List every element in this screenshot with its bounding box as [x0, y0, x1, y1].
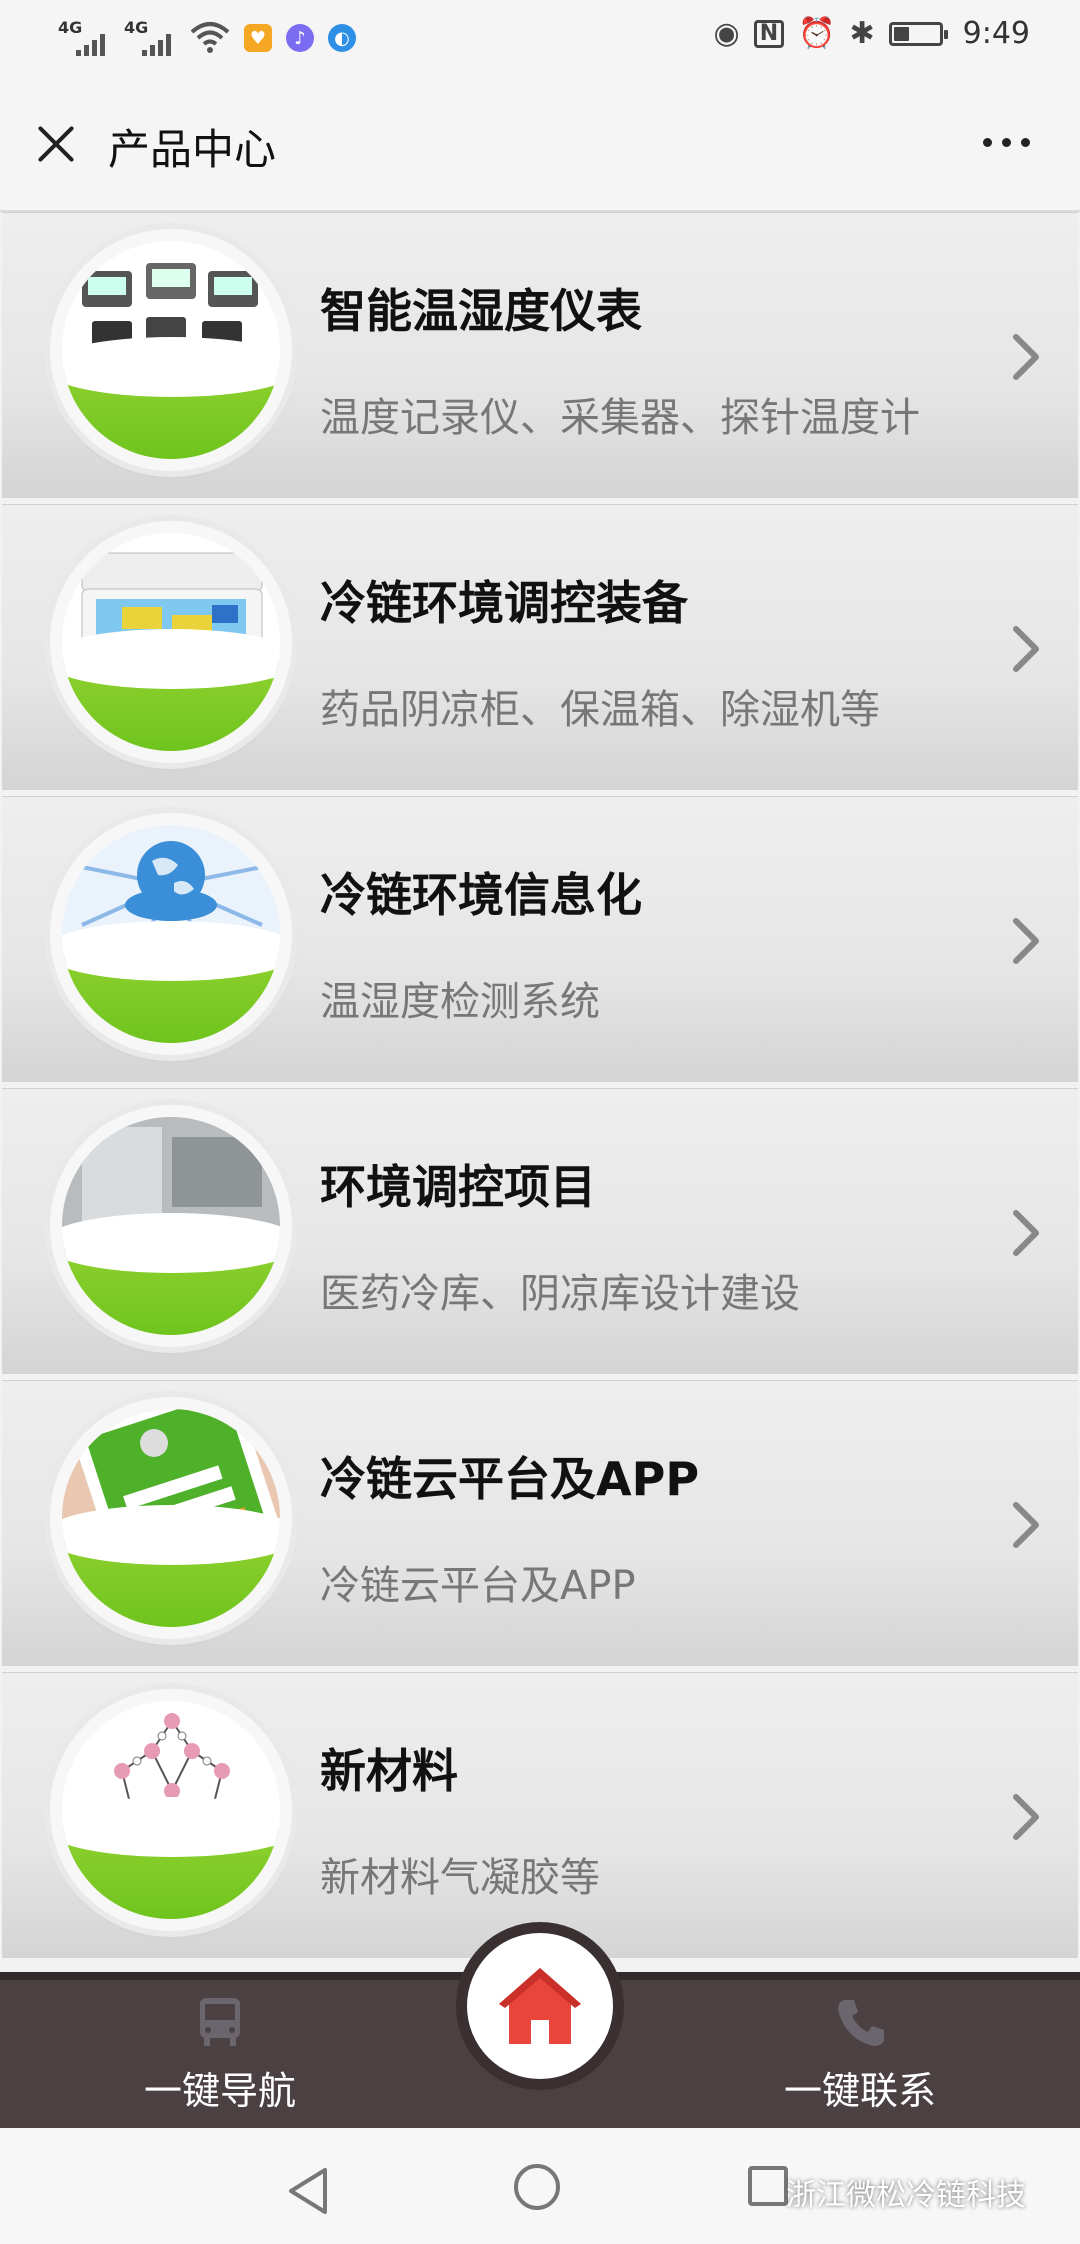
product-subtitle: 药品阴凉柜、保温箱、除湿机等 — [320, 687, 880, 733]
nfc-icon: N — [753, 19, 785, 48]
more-menu-icon[interactable] — [983, 138, 1030, 147]
eye-icon: ◉ — [713, 15, 740, 51]
clock: 9:49 — [962, 16, 1030, 51]
back-icon[interactable] — [285, 2166, 331, 2216]
product-subtitle: 冷链云平台及APP — [320, 1563, 636, 1609]
product-item[interactable]: 冷链环境信息化温湿度检测系统 — [2, 796, 1078, 1082]
wifi-icon — [190, 22, 230, 53]
product-thumbnail — [50, 1105, 292, 1347]
product-thumbnail — [50, 1397, 292, 1639]
product-item[interactable]: 环境调控项目医药冷库、阴凉库设计建设 — [2, 1088, 1078, 1374]
product-item[interactable]: 冷链云平台及APP 冷链云平台及APP — [2, 1380, 1078, 1666]
bus-icon — [200, 1998, 240, 2046]
product-item[interactable]: 冷链环境调控装备药品阴凉柜、保温箱、除湿机等 — [2, 504, 1078, 790]
product-title: 冷链环境信息化 — [320, 868, 642, 922]
bluetooth-icon: ✱ — [849, 15, 875, 51]
chevron-right-icon — [1013, 334, 1039, 380]
navigate-button[interactable]: 一键导航 — [130, 1994, 310, 2115]
phone-icon — [838, 2000, 884, 2046]
green-arc-decoration — [62, 921, 280, 1043]
alarm-icon: ⏰ — [798, 15, 836, 51]
chevron-right-icon — [1013, 1210, 1039, 1256]
green-arc-decoration — [62, 1505, 280, 1627]
recent-apps-icon[interactable] — [748, 2166, 788, 2206]
watermark: 浙江微松冷链科技 — [786, 2178, 1026, 2213]
product-title: 新材料 — [320, 1744, 458, 1798]
product-list: 智能温湿度仪表温度记录仪、采集器、探针温度计冷链环境调控装备药品阴凉柜、保温箱、… — [0, 212, 1080, 1964]
green-arc-decoration — [62, 1797, 280, 1919]
product-subtitle: 新材料气凝胶等 — [320, 1855, 600, 1901]
product-title: 冷链云平台及APP — [320, 1452, 700, 1506]
home-icon — [499, 1968, 581, 2044]
product-title: 环境调控项目 — [320, 1160, 596, 1214]
browser-app-icon: ◐ — [328, 24, 356, 52]
contact-label: 一键联系 — [783, 2069, 936, 2113]
product-title: 智能温湿度仪表 — [320, 284, 642, 338]
music-app-icon: ♪ — [286, 24, 314, 52]
product-title: 冷链环境调控装备 — [320, 576, 688, 630]
system-home-icon[interactable] — [514, 2164, 560, 2210]
notification-app-icon: ♥ — [244, 24, 272, 52]
chevron-right-icon — [1013, 1794, 1039, 1840]
green-arc-decoration — [62, 1213, 280, 1335]
product-subtitle: 医药冷库、阴凉库设计建设 — [320, 1271, 800, 1317]
contact-button[interactable]: 一键联系 — [770, 1994, 950, 2115]
product-thumbnail — [50, 521, 292, 763]
chevron-right-icon — [1013, 1502, 1039, 1548]
system-nav-bar: 浙江微松冷链科技 — [0, 2128, 1080, 2244]
status-bar: 4G 4G ♥ ♪ ◐ ◉ N ⏰ ✱ 9:49 — [0, 0, 1080, 78]
green-arc-decoration — [62, 629, 280, 751]
product-thumbnail — [50, 813, 292, 1055]
signal-icon: 4G — [58, 18, 110, 58]
chevron-right-icon — [1013, 626, 1039, 672]
product-subtitle: 温湿度检测系统 — [320, 979, 600, 1025]
signal-icon: 4G — [124, 18, 176, 58]
page-title: 产品中心 — [108, 125, 277, 174]
product-thumbnail — [50, 1689, 292, 1931]
product-item[interactable]: 智能温湿度仪表温度记录仪、采集器、探针温度计 — [2, 212, 1078, 498]
home-button[interactable] — [467, 1933, 613, 2079]
green-arc-decoration — [62, 337, 280, 459]
navigate-label: 一键导航 — [143, 2069, 296, 2113]
home-button-ring — [456, 1922, 624, 2090]
product-thumbnail — [50, 229, 292, 471]
battery-icon — [888, 21, 948, 46]
header-bar: 产品中心 — [0, 78, 1080, 212]
product-subtitle: 温度记录仪、采集器、探针温度计 — [320, 395, 920, 441]
chevron-right-icon — [1013, 918, 1039, 964]
product-item[interactable]: 新材料新材料气凝胶等 — [2, 1672, 1078, 1958]
close-icon[interactable] — [34, 122, 78, 166]
